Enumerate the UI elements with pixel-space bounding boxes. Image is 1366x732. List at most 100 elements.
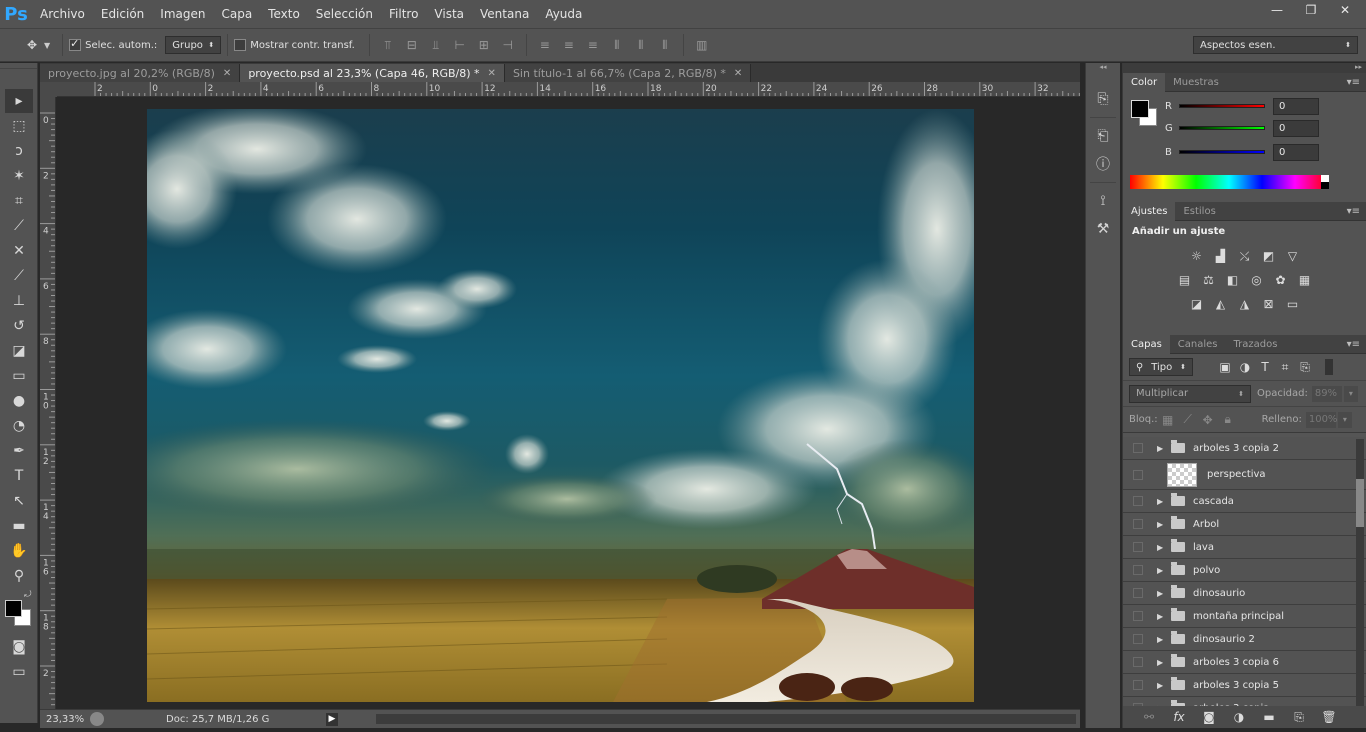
group-expand-icon[interactable]: ▶ (1157, 444, 1167, 453)
hue-saturation-icon[interactable]: ▤ (1175, 270, 1195, 290)
g-slider[interactable] (1179, 126, 1265, 130)
marquee-icon[interactable]: ⬚ (5, 114, 33, 138)
stamp-icon[interactable]: ⊥ (5, 289, 33, 313)
dodge-icon[interactable]: ◔ (5, 414, 33, 438)
filter-toggle[interactable] (1325, 359, 1333, 375)
add-mask-icon[interactable]: ◙ (1199, 707, 1219, 727)
distribute-hcenter-icon[interactable]: ⦀ (632, 36, 650, 54)
close-icon[interactable]: ✕ (734, 68, 742, 79)
auto-select-checkbox[interactable] (69, 37, 82, 51)
panel-menu-icon[interactable]: ▾≡ (1347, 339, 1360, 350)
align-bottom-icon[interactable]: ⫫ (427, 36, 445, 54)
artwork-canvas[interactable] (147, 109, 974, 702)
chevron-down-icon[interactable]: ▾ (1343, 385, 1358, 402)
align-vcenter-icon[interactable]: ⊟ (403, 36, 421, 54)
visibility-toggle[interactable] (1133, 634, 1143, 644)
trash-icon[interactable]: 🗑︎ (1319, 707, 1339, 727)
move-tool-preset-icon[interactable]: ✥ (23, 36, 41, 54)
eraser-icon[interactable]: ◪ (5, 339, 33, 363)
visibility-toggle[interactable] (1133, 469, 1143, 480)
crop-icon[interactable]: ⌗ (5, 189, 33, 213)
group-expand-icon[interactable]: ▶ (1157, 612, 1167, 621)
gradient-icon[interactable]: ▭ (5, 364, 33, 388)
layer-filter-dropdown[interactable]: ⚲ Tipo ⬍ (1129, 358, 1193, 376)
tab-trazados[interactable]: Trazados (1226, 335, 1286, 354)
photo-filter-icon[interactable]: ◎ (1247, 270, 1267, 290)
layer-row[interactable]: ▶ arboles 3 copia 2 (1123, 437, 1366, 460)
close-button[interactable]: ✕ (1330, 0, 1360, 20)
menu-ventana[interactable]: Ventana (472, 0, 537, 28)
history-panel-icon[interactable]: ⎘ (1090, 87, 1116, 111)
visibility-toggle[interactable] (1133, 657, 1143, 667)
close-icon[interactable]: ✕ (223, 68, 231, 79)
layer-row[interactable]: ▶ dinosaurio 2 (1123, 628, 1366, 651)
lock-position-icon[interactable]: ✥ (1198, 410, 1218, 430)
opacity-value[interactable]: 89% (1311, 385, 1342, 402)
layer-row[interactable]: ▶ arboles 3 copia 6 (1123, 651, 1366, 674)
group-expand-icon[interactable]: ▶ (1157, 589, 1167, 598)
quick-mask-icon[interactable]: ◙ (5, 635, 33, 659)
layers-scrollbar[interactable] (1356, 439, 1364, 714)
status-menu-arrow-icon[interactable]: ▶ (326, 712, 338, 726)
actions-panel-icon[interactable]: ⎗ (1090, 124, 1116, 148)
layer-row[interactable]: ▶ arboles 3 copia 5 (1123, 674, 1366, 697)
magic-wand-icon[interactable]: ✶ (5, 164, 33, 188)
color-balance-icon[interactable]: ⚖ (1199, 270, 1219, 290)
menu-edicion[interactable]: Edición (93, 0, 152, 28)
menu-capa[interactable]: Capa (213, 0, 260, 28)
visibility-toggle[interactable] (1133, 588, 1143, 598)
group-expand-icon[interactable]: ▶ (1157, 566, 1167, 575)
hand-icon[interactable]: ✋ (5, 539, 33, 563)
lock-paint-icon[interactable]: ⟋ (1178, 410, 1198, 430)
collapse-arrows-icon[interactable]: ◂◂ (1086, 63, 1120, 73)
minimize-button[interactable]: — (1262, 0, 1292, 20)
spectrum-bw[interactable] (1321, 175, 1329, 189)
type-icon[interactable]: T (5, 464, 33, 488)
g-value[interactable]: 0 (1273, 119, 1319, 137)
threshold-icon[interactable]: ◮ (1235, 294, 1255, 314)
show-transform-checkbox[interactable] (234, 39, 247, 51)
layer-row[interactable]: ▶ dinosaurio (1123, 582, 1366, 605)
blend-mode-dropdown[interactable]: Multiplicar ⬍ (1129, 384, 1251, 403)
close-icon[interactable]: ✕ (488, 68, 496, 79)
group-expand-icon[interactable]: ▶ (1157, 681, 1167, 690)
auto-select-mode-dropdown[interactable]: Grupo ⬍ (165, 36, 222, 54)
tab-canales[interactable]: Canales (1170, 335, 1226, 354)
lasso-icon[interactable]: ↄ (5, 139, 33, 163)
menu-imagen[interactable]: Imagen (152, 0, 213, 28)
link-layers-icon[interactable]: ⚯ (1139, 707, 1159, 727)
r-slider[interactable] (1179, 104, 1265, 108)
tab-capas[interactable]: Capas (1123, 334, 1170, 354)
layer-row[interactable]: ▶ cascada (1123, 490, 1366, 513)
black-white-icon[interactable]: ◧ (1223, 270, 1243, 290)
fill-value[interactable]: 100% (1305, 411, 1337, 428)
layer-row[interactable]: ▶ polvo (1123, 559, 1366, 582)
group-expand-icon[interactable]: ▶ (1157, 520, 1167, 529)
tab-color[interactable]: Color (1123, 72, 1166, 92)
history-brush-icon[interactable]: ↺ (5, 314, 33, 338)
blur-icon[interactable]: ● (5, 389, 33, 413)
invert-icon[interactable]: ◪ (1187, 294, 1207, 314)
tab-estilos[interactable]: Estilos (1175, 202, 1223, 221)
color-lookup-icon[interactable]: ▦ (1295, 270, 1315, 290)
visibility-toggle[interactable] (1133, 565, 1143, 575)
filter-pixel-icon[interactable]: ▣ (1215, 357, 1235, 377)
filter-type-icon[interactable]: T (1255, 357, 1275, 377)
restore-button[interactable]: ❐ (1296, 0, 1326, 20)
vertical-ruler[interactable]: 0246810121416182 (40, 97, 56, 709)
gradient-map-icon[interactable]: ▭ (1283, 294, 1303, 314)
distribute-vcenter-icon[interactable]: ≡ (560, 36, 578, 54)
vibrance-icon[interactable]: ▽ (1283, 246, 1303, 266)
group-expand-icon[interactable]: ▶ (1157, 635, 1167, 644)
filter-shape-icon[interactable]: ⌗ (1275, 357, 1295, 377)
r-value[interactable]: 0 (1273, 97, 1319, 115)
align-left-icon[interactable]: ⊢ (451, 36, 469, 54)
chevron-down-icon[interactable]: ▾ (1337, 411, 1352, 428)
scroll-thumb[interactable] (1356, 479, 1364, 527)
color-spectrum[interactable] (1130, 175, 1328, 189)
posterize-icon[interactable]: ◭ (1211, 294, 1231, 314)
levels-icon[interactable]: ▟ (1211, 246, 1231, 266)
shape-icon[interactable]: ▬ (5, 514, 33, 538)
workspace-dropdown[interactable]: Aspectos esen. ⬍ (1193, 36, 1358, 54)
lock-pixels-icon[interactable]: ▦ (1158, 410, 1178, 430)
